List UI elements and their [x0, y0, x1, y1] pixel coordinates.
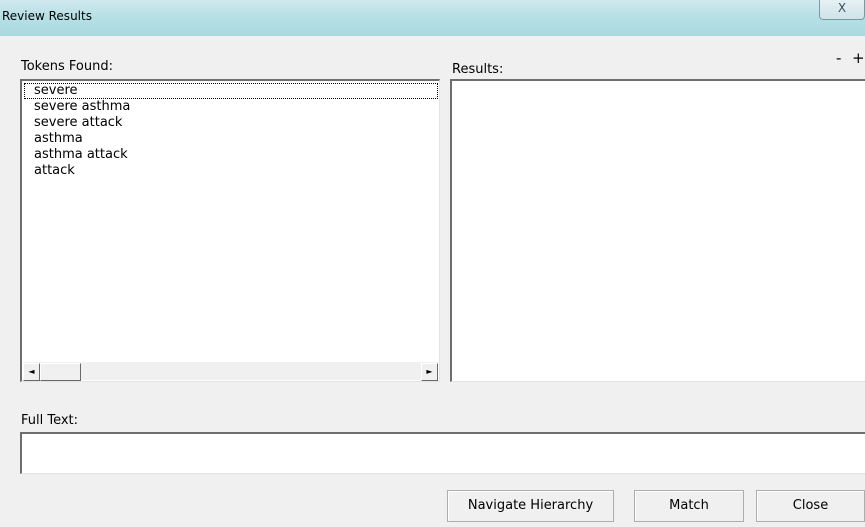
navigate-hierarchy-button[interactable]: Navigate Hierarchy	[447, 490, 614, 522]
list-item[interactable]: severe asthma	[34, 99, 130, 115]
match-button[interactable]: Match	[634, 490, 744, 522]
scroll-right-button[interactable]: ►	[421, 363, 438, 381]
full-text-label: Full Text:	[21, 413, 79, 428]
arrow-right-icon: ►	[426, 367, 433, 376]
close-button[interactable]: Close	[756, 490, 865, 522]
results-panel[interactable]	[450, 79, 865, 382]
review-results-dialog: Review Results X Tokens Found: severe se…	[0, 0, 865, 527]
results-label: Results:	[452, 62, 504, 77]
list-item[interactable]: asthma attack	[34, 147, 128, 163]
arrow-left-icon: ◄	[28, 367, 35, 376]
window-title: Review Results	[2, 9, 92, 23]
list-item[interactable]: severe attack	[34, 115, 122, 131]
full-text-field[interactable]	[20, 432, 865, 474]
zoom-in-button[interactable]: +	[852, 51, 865, 66]
list-item[interactable]: attack	[34, 163, 75, 179]
horizontal-scrollbar[interactable]: ◄ ►	[23, 362, 438, 381]
list-item[interactable]: asthma	[34, 131, 83, 147]
title-bar[interactable]: Review Results X	[0, 0, 865, 36]
tokens-list[interactable]: severe severe asthma severe attack asthm…	[20, 79, 440, 382]
scroll-left-button[interactable]: ◄	[23, 363, 40, 381]
close-window-button[interactable]: X	[819, 0, 865, 20]
scroll-thumb[interactable]	[40, 363, 81, 381]
zoom-out-button[interactable]: -	[836, 51, 841, 66]
list-item[interactable]: severe	[24, 83, 438, 99]
tokens-found-label: Tokens Found:	[21, 59, 113, 74]
close-icon: X	[837, 1, 847, 15]
